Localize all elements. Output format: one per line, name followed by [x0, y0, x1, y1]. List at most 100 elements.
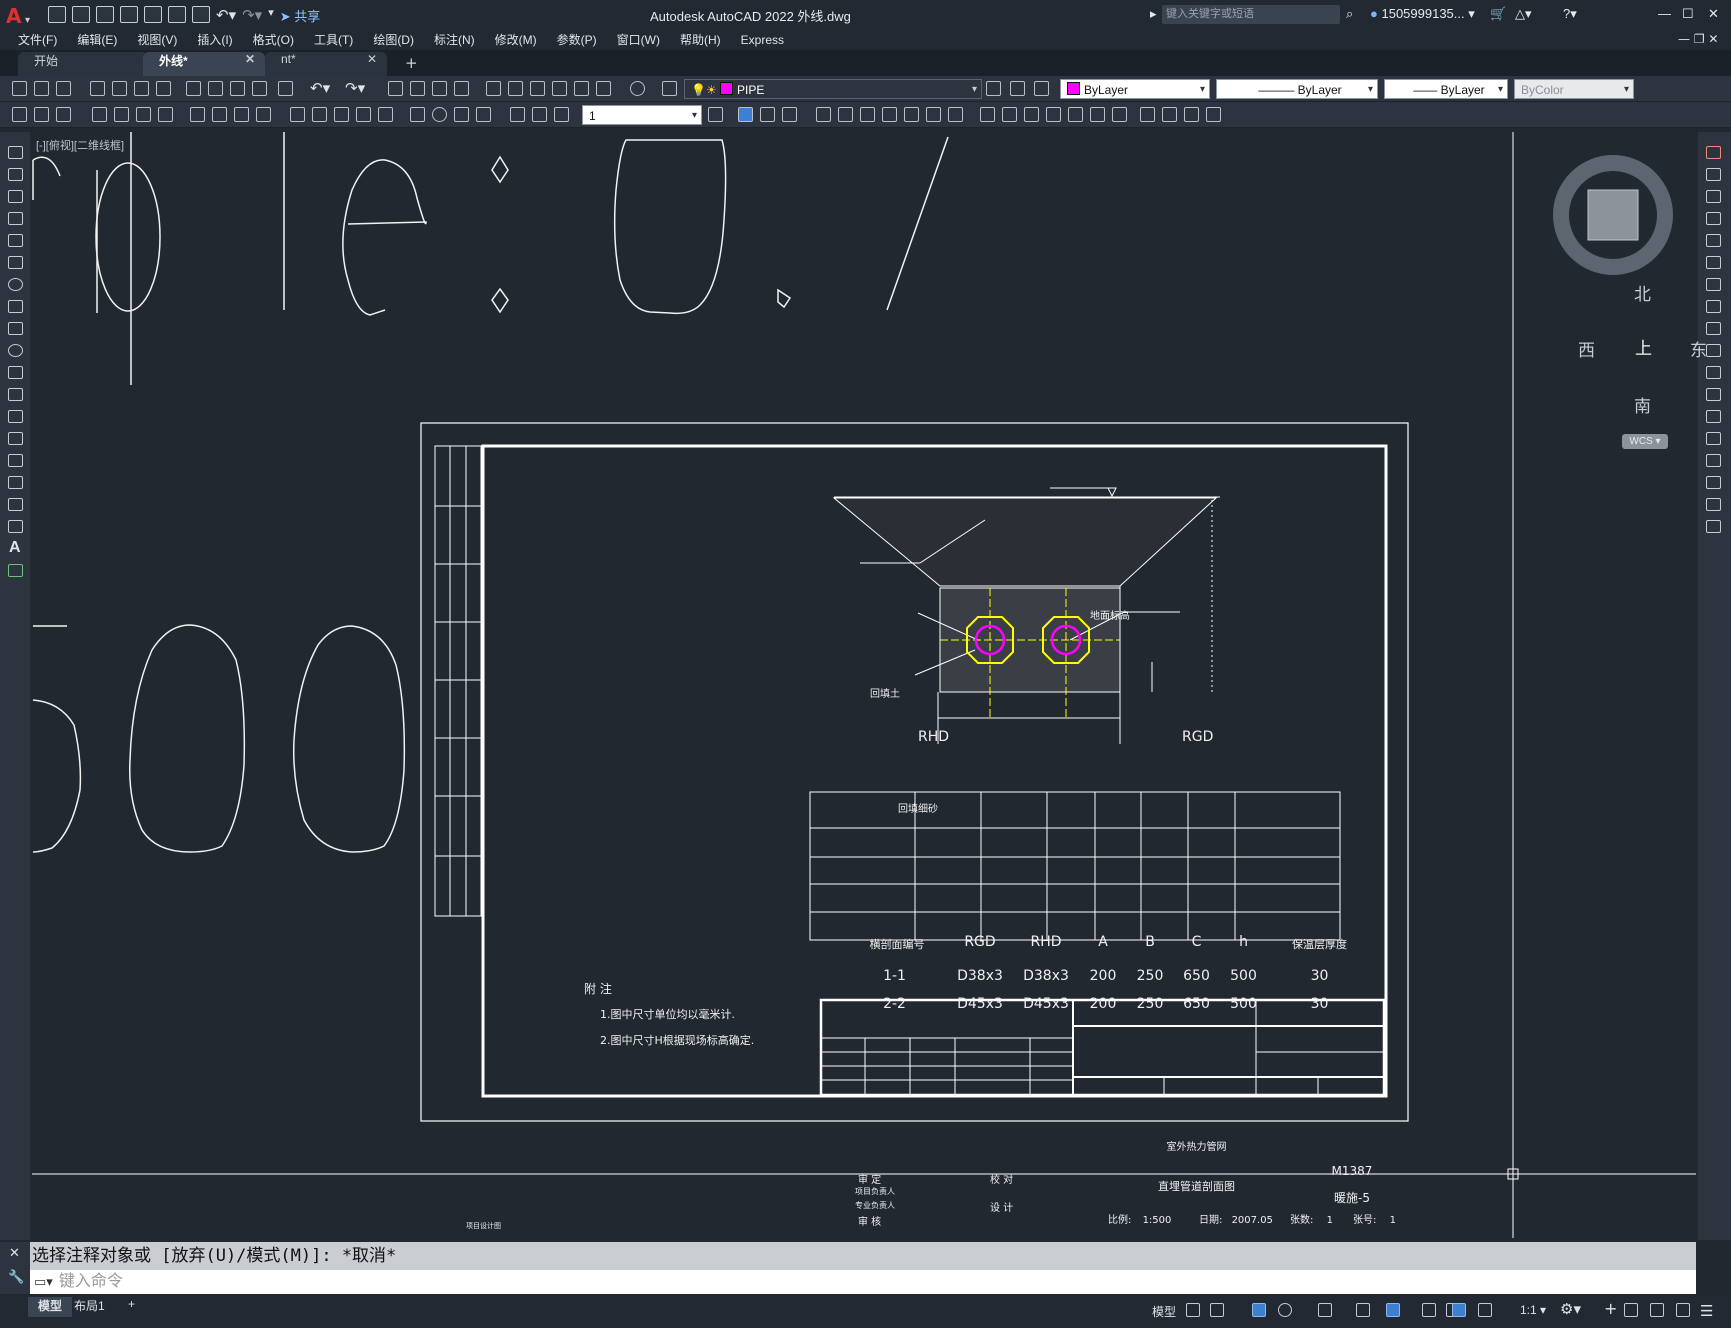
- plot-icon[interactable]: [192, 6, 210, 23]
- viewcube-north[interactable]: 北: [1634, 280, 1651, 305]
- menu-express[interactable]: Express: [741, 30, 784, 50]
- menu-format[interactable]: 格式(O): [253, 30, 294, 50]
- close-icon[interactable]: ✕: [245, 52, 255, 66]
- save-web-icon[interactable]: [168, 6, 186, 23]
- search-expand-icon[interactable]: ▸: [1150, 6, 1157, 22]
- construction-line-icon[interactable]: [8, 168, 23, 181]
- design-center-icon[interactable]: [508, 81, 523, 96]
- join-icon[interactable]: [1706, 432, 1721, 445]
- rectangle-icon[interactable]: [8, 234, 23, 247]
- diameter-dim-icon[interactable]: [234, 107, 249, 122]
- viewcube-west[interactable]: 西: [1578, 336, 1595, 361]
- save-icon[interactable]: [96, 6, 114, 23]
- close-icon[interactable]: ✕: [367, 52, 377, 66]
- polygon-icon[interactable]: [8, 212, 23, 225]
- region-icon[interactable]: [8, 498, 23, 511]
- break-at-point-icon[interactable]: [1706, 388, 1721, 401]
- dim-break-icon[interactable]: [378, 107, 393, 122]
- new-icon[interactable]: [48, 6, 66, 23]
- annotation-monitor-icon[interactable]: +: [1604, 1299, 1617, 1318]
- make-current-layer-icon[interactable]: [986, 81, 1001, 96]
- doc-window-controls[interactable]: — ❐ ✕: [1678, 32, 1718, 46]
- insert-block-icon[interactable]: [8, 388, 23, 401]
- clip-icon[interactable]: [1206, 107, 1221, 122]
- arc-icon[interactable]: [8, 256, 23, 269]
- auto-scale-icon[interactable]: [1478, 1303, 1492, 1317]
- menu-draw[interactable]: 绘图(D): [373, 30, 414, 50]
- dim-style-apply-icon[interactable]: [708, 107, 723, 122]
- layer-properties-icon[interactable]: [662, 81, 677, 96]
- workspace-gear-icon[interactable]: ⚙▾: [1560, 1300, 1581, 1318]
- ucs-world-icon[interactable]: [838, 107, 853, 122]
- search-input[interactable]: 键入关键字或短语: [1162, 5, 1340, 24]
- properties-icon[interactable]: [486, 81, 501, 96]
- help-icon[interactable]: [630, 81, 645, 96]
- spline-icon[interactable]: [8, 322, 23, 335]
- annotation-visibility-icon[interactable]: [1452, 1303, 1466, 1317]
- close-button[interactable]: ✕: [1708, 6, 1719, 22]
- scale-icon[interactable]: [1706, 300, 1721, 313]
- ucs-icon[interactable]: [816, 107, 831, 122]
- menu-modify[interactable]: 修改(M): [495, 30, 537, 50]
- save-as-icon[interactable]: [120, 6, 138, 23]
- radius-dim-icon[interactable]: [190, 107, 205, 122]
- autodesk-app-icon[interactable]: △▾: [1515, 6, 1532, 22]
- dimension-style-icon[interactable]: [12, 107, 27, 122]
- command-input[interactable]: ▭▾ 键入命令: [30, 1270, 1696, 1294]
- inspection-icon[interactable]: [454, 107, 469, 122]
- quick-dim-icon[interactable]: [290, 107, 305, 122]
- viewcube-south[interactable]: 南: [1634, 392, 1651, 417]
- dim-text-edit-icon[interactable]: [532, 107, 547, 122]
- menu-file[interactable]: 文件(F): [18, 30, 57, 50]
- dim-reassociate-icon[interactable]: [554, 107, 569, 122]
- cut-icon[interactable]: [186, 81, 201, 96]
- trim-icon[interactable]: [1706, 344, 1721, 357]
- zoom-previous-icon[interactable]: [454, 81, 469, 96]
- ellipse-icon[interactable]: [8, 344, 23, 357]
- plot-preview-icon[interactable]: [112, 81, 127, 96]
- units-icon[interactable]: [1624, 1303, 1638, 1317]
- drawing-canvas[interactable]: 北 南 东 西 上 WCS ▾ 地面标高 回填土 RHD RGD 回填细砂 附 …: [32, 132, 1707, 1240]
- block-editor-icon[interactable]: [278, 81, 293, 96]
- ucs-3point-icon[interactable]: [904, 107, 919, 122]
- tab-waixian[interactable]: 外线* ✕: [143, 52, 265, 76]
- hidden-icon[interactable]: [1046, 107, 1061, 122]
- realistic-icon[interactable]: [1002, 107, 1017, 122]
- stretch-icon[interactable]: [1706, 322, 1721, 335]
- extend-icon[interactable]: [1706, 366, 1721, 379]
- dim-scale-dropdown[interactable]: 1 ▾: [582, 105, 702, 125]
- viewport-controls[interactable]: [-][俯视][二维线框]: [36, 137, 124, 153]
- insert-block-icon[interactable]: [1140, 107, 1155, 122]
- ellipse-arc-icon[interactable]: [8, 366, 23, 379]
- menu-view[interactable]: 视图(V): [137, 30, 177, 50]
- add-selected-icon[interactable]: [8, 564, 23, 577]
- angular-dim-icon[interactable]: [256, 107, 271, 122]
- snap-icon[interactable]: [1210, 1303, 1224, 1317]
- rotate-icon[interactable]: [1706, 278, 1721, 291]
- minimize-button[interactable]: —: [1658, 6, 1671, 21]
- jogged-dim-icon[interactable]: [212, 107, 227, 122]
- dim-override-icon[interactable]: [56, 107, 71, 122]
- help-icon[interactable]: ?▾: [1563, 6, 1577, 22]
- plot-icon[interactable]: [90, 81, 105, 96]
- ordinate-dim-icon[interactable]: [158, 107, 173, 122]
- revcloud-icon[interactable]: [8, 300, 23, 313]
- new-icon[interactable]: [12, 81, 27, 96]
- close-icon[interactable]: ✕: [9, 1246, 20, 1261]
- move-icon[interactable]: [1706, 256, 1721, 269]
- sheet-set-icon[interactable]: [552, 81, 567, 96]
- publish-icon[interactable]: [134, 81, 149, 96]
- move-copy-icon[interactable]: [760, 107, 775, 122]
- zoom-window-icon[interactable]: [432, 81, 447, 96]
- mtext-icon[interactable]: A: [9, 539, 21, 557]
- tolerance-icon[interactable]: [410, 107, 425, 122]
- render-icon[interactable]: [1112, 107, 1127, 122]
- ucs-origin-icon[interactable]: [860, 107, 875, 122]
- conceptual-icon[interactable]: [1090, 107, 1105, 122]
- markup-icon[interactable]: [574, 81, 589, 96]
- search-icon[interactable]: ⌕: [1346, 6, 1353, 22]
- app-menu-button[interactable]: A ▾: [6, 4, 30, 28]
- ucs-face-icon[interactable]: [948, 107, 963, 122]
- tool-palettes-icon[interactable]: [530, 81, 545, 96]
- color-dropdown[interactable]: ByLayer ▾: [1060, 79, 1210, 99]
